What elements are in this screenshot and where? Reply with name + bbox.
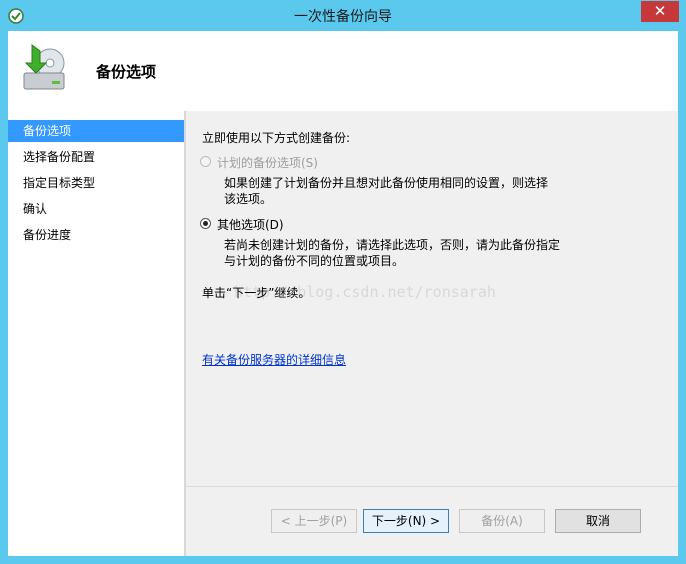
radio-label: 其他选项(D) (217, 218, 284, 232)
title-bar[interactable]: 一次性备份向导 ✕ (0, 0, 686, 31)
other-options-description: 若尚未创建计划的备份，请选择此选项，否则，请为此备份指定 与计划的备份不同的位置… (224, 237, 584, 269)
wizard-client-area: 备份选项 备份选项 选择备份配置 指定目标类型 确认 备份进度 立即使用以下方式… (8, 31, 678, 556)
wizard-steps-sidebar: 备份选项 选择备份配置 指定目标类型 确认 备份进度 (8, 111, 184, 556)
sidebar-item-label: 备份进度 (23, 228, 72, 242)
help-link[interactable]: 有关备份服务器的详细信息 (202, 351, 346, 368)
radio-button[interactable] (200, 218, 211, 229)
cancel-button[interactable]: 取消 (555, 509, 641, 533)
sidebar-item-progress[interactable]: 备份进度 (8, 224, 184, 246)
close-icon: ✕ (653, 2, 667, 20)
wizard-window: 一次性备份向导 ✕ 备份选项 备份选项 选择备份配置 指定目标类型 确认 备份进… (0, 0, 686, 564)
radio-label: 计划的备份选项(S) (217, 156, 318, 170)
radio-button[interactable] (200, 156, 211, 167)
next-button[interactable]: 下一步(N) > (363, 509, 449, 533)
wizard-header: 备份选项 (8, 31, 678, 111)
sidebar-item-select-config[interactable]: 选择备份配置 (8, 146, 184, 168)
options-prompt: 立即使用以下方式创建备份: (202, 131, 351, 145)
sidebar-item-confirm[interactable]: 确认 (8, 198, 184, 220)
backup-button[interactable]: 备份(A) (459, 509, 545, 533)
sidebar-item-label: 确认 (23, 202, 48, 216)
sidebar-item-destination-type[interactable]: 指定目标类型 (8, 172, 184, 194)
footer-divider (186, 486, 678, 487)
description-line: 若尚未创建计划的备份，请选择此选项，否则，请为此备份指定 (224, 238, 561, 252)
page-title: 备份选项 (96, 63, 157, 81)
sidebar-item-label: 选择备份配置 (23, 150, 96, 164)
sidebar-item-label: 备份选项 (23, 124, 72, 138)
back-button[interactable]: < 上一步(P) (271, 509, 357, 533)
sidebar-item-label: 指定目标类型 (23, 176, 96, 190)
scheduled-backup-description: 如果创建了计划备份并且想对此备份使用相同的设置，则选择 该选项。 (224, 175, 584, 207)
wizard-content: 立即使用以下方式创建备份: 计划的备份选项(S) 如果创建了计划备份并且想对此备… (186, 111, 678, 556)
sidebar-item-backup-options[interactable]: 备份选项 (8, 120, 184, 142)
next-hint: 单击“下一步”继续。 (202, 286, 311, 300)
description-line: 与计划的备份不同的位置或项目。 (224, 254, 405, 268)
window-title: 一次性备份向导 (294, 9, 392, 25)
close-button[interactable]: ✕ (641, 1, 679, 22)
backup-drive-icon (23, 44, 65, 90)
description-line: 该选项。 (224, 192, 273, 206)
description-line: 如果创建了计划备份并且想对此备份使用相同的设置，则选择 (224, 176, 549, 190)
